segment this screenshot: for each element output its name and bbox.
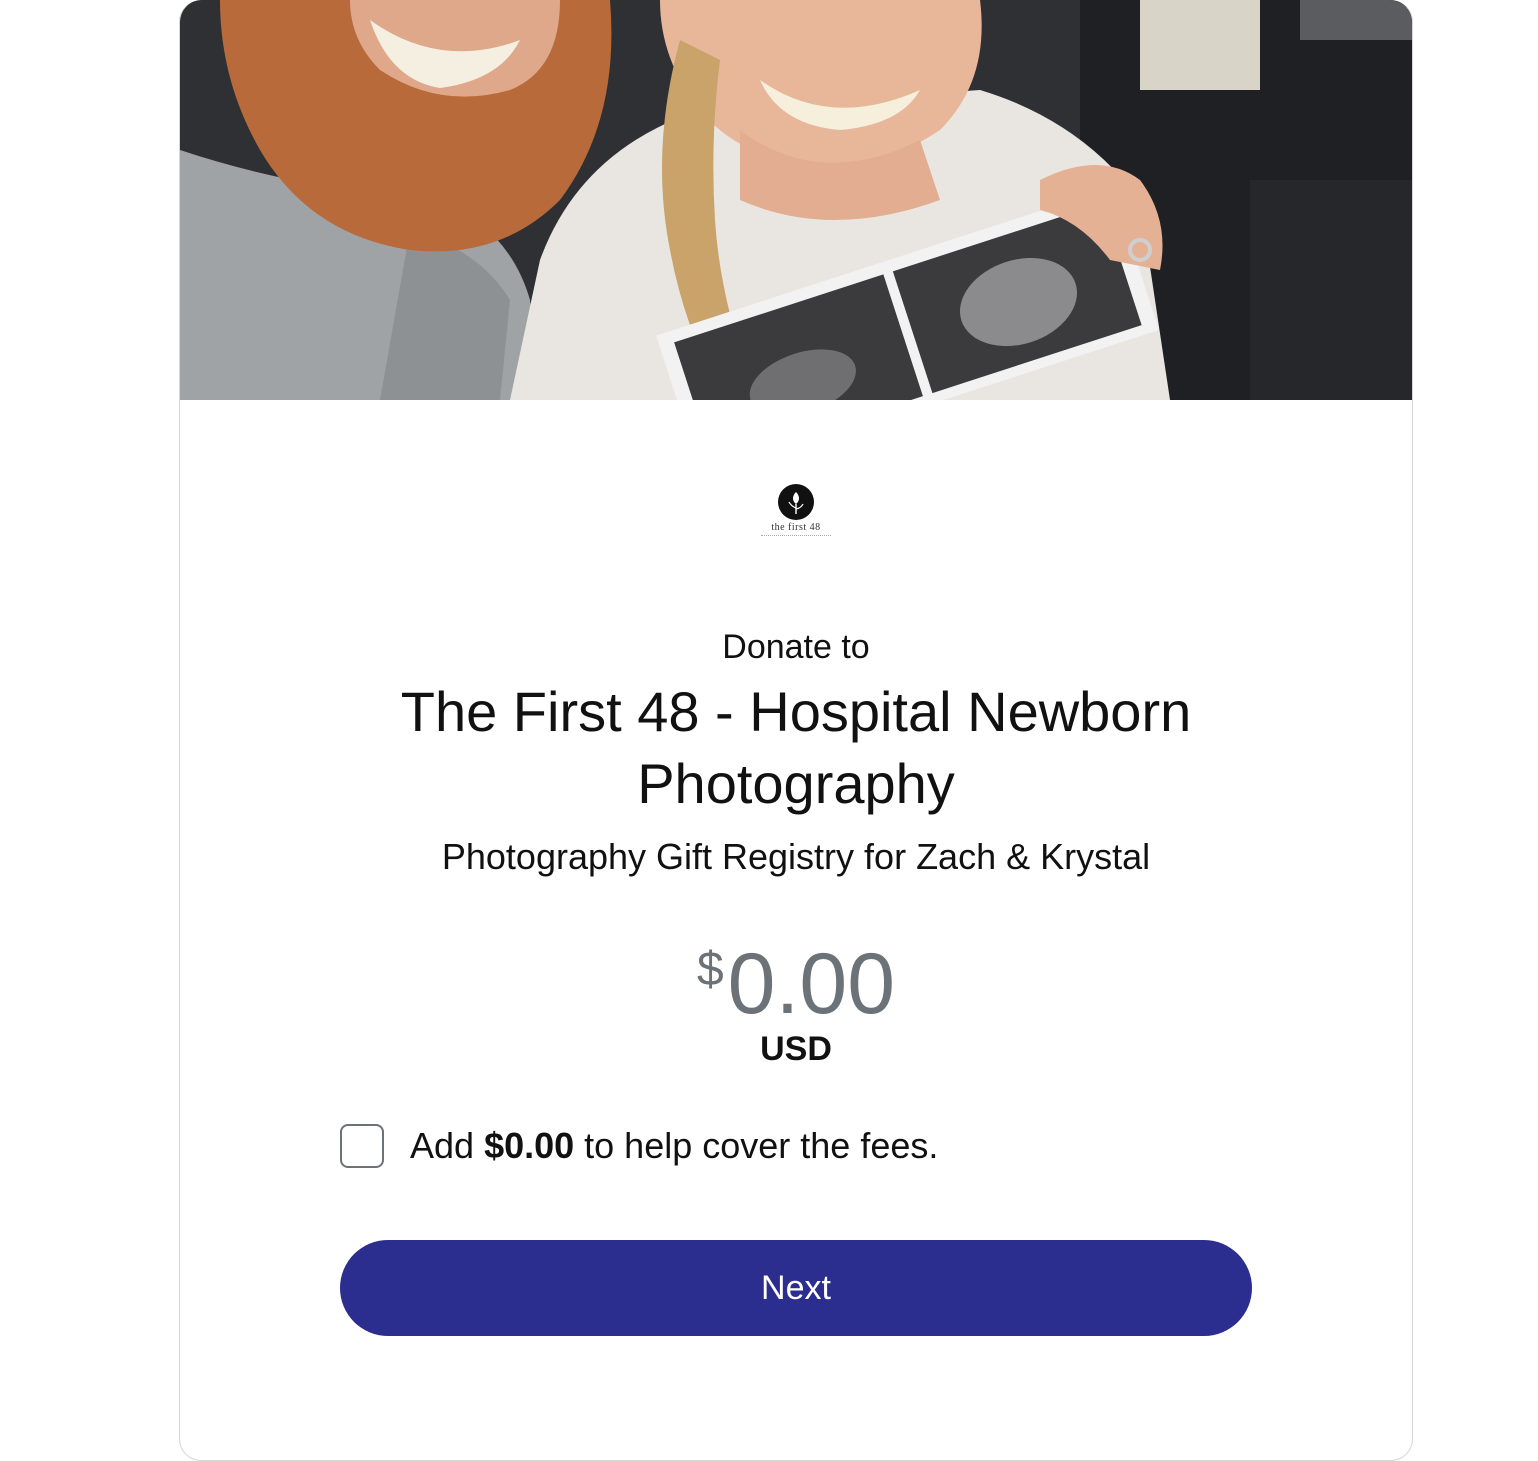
- cover-fees-amount: $0.00: [484, 1125, 575, 1166]
- currency-symbol: $: [696, 943, 724, 996]
- cover-fees-prefix: Add: [410, 1125, 485, 1166]
- next-button[interactable]: Next: [340, 1240, 1252, 1336]
- logo-tagline: [761, 535, 831, 538]
- donate-to-label: Donate to: [722, 628, 870, 666]
- cover-fees-suffix: to help cover the fees.: [574, 1125, 939, 1166]
- hero-photo-illustration: [180, 0, 1412, 400]
- currency-code: USD: [760, 1030, 832, 1068]
- cover-fees-row[interactable]: Add $0.00 to help cover the fees.: [340, 1122, 938, 1170]
- donation-purpose: Photography Gift Registry for Zach & Kry…: [441, 836, 1151, 877]
- hero-photo: [180, 0, 1412, 400]
- logo-text: the first 48: [771, 522, 821, 533]
- organization-logo: the first 48: [758, 484, 834, 548]
- organization-name: The First 48 - Hospital Newborn Photogra…: [400, 680, 1192, 815]
- amount-input[interactable]: $0.00: [180, 936, 1412, 1032]
- amount-value[interactable]: 0.00: [728, 936, 895, 1032]
- cover-fees-label[interactable]: Add $0.00 to help cover the fees.: [410, 1125, 938, 1167]
- flower-logo-icon: [778, 484, 814, 520]
- donation-card: the first 48 Donate to The First 48 - Ho…: [179, 0, 1413, 1461]
- cover-fees-checkbox[interactable]: [340, 1124, 384, 1168]
